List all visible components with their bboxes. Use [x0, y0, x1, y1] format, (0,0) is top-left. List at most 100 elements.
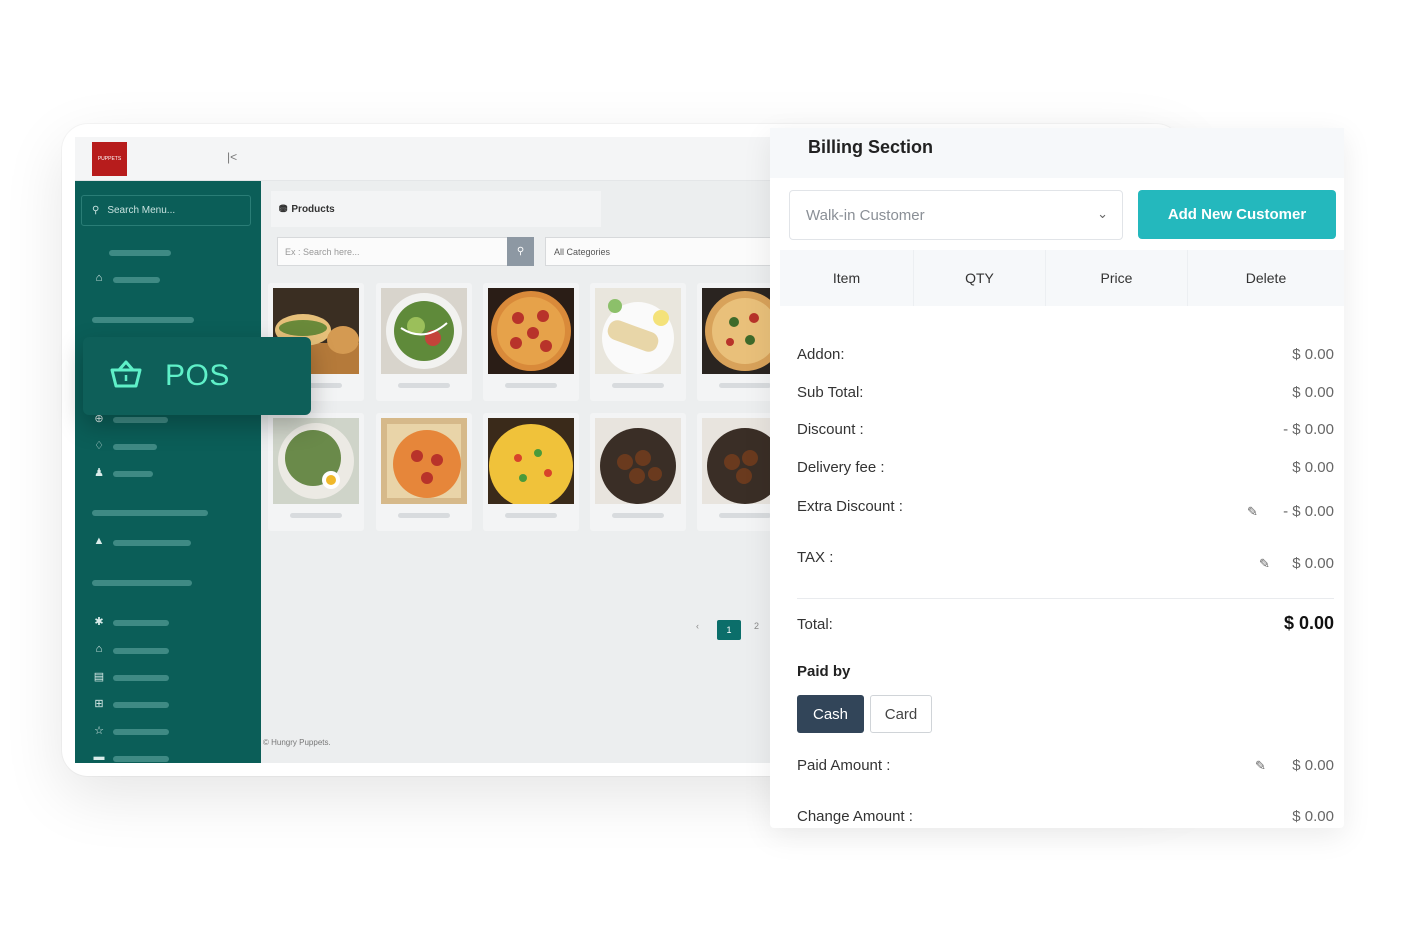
card-button[interactable]: Card: [870, 695, 932, 733]
product-name-placeholder: [290, 513, 342, 518]
billing-section: Billing Section Walk-in Customer ⌄ Add N…: [770, 128, 1344, 828]
sidebar-item[interactable]: [113, 756, 169, 762]
divider: [797, 598, 1334, 599]
paid-amount-label: Paid Amount :: [797, 757, 891, 774]
sidebar-item[interactable]: [113, 648, 169, 654]
gear-icon[interactable]: ✱: [92, 615, 106, 628]
sidebar-item[interactable]: [113, 540, 191, 546]
basket-icon[interactable]: ⌂: [92, 272, 106, 284]
product-name-placeholder: [398, 513, 450, 518]
top-bar: [261, 137, 775, 181]
app-screen: PUPPETS |< ⚲ Search Menu... ⌂ ⊕ ♢ ♟ ▲ ✱: [75, 137, 775, 763]
product-name-placeholder: [612, 513, 664, 518]
search-icon: ⚲: [516, 246, 525, 257]
change-amount-value: $ 0.00: [1292, 808, 1334, 825]
product-name-placeholder: [612, 383, 664, 388]
chart-icon[interactable]: ▲: [92, 535, 106, 547]
add-new-customer-button[interactable]: Add New Customer: [1138, 190, 1336, 239]
footer-copyright: © Hungry Puppets.: [263, 738, 331, 747]
product-image-salad: [381, 288, 467, 374]
sidebar-item[interactable]: [113, 729, 169, 735]
billing-title: Billing Section: [808, 137, 934, 157]
chevron-down-icon: ⌄: [1097, 206, 1108, 221]
product-card[interactable]: [590, 413, 686, 531]
column-header-price: Price: [1046, 250, 1188, 306]
products-title: Products: [291, 203, 335, 215]
addon-label: Addon:: [797, 346, 845, 363]
store-icon[interactable]: ▤: [92, 670, 106, 683]
sidebar-item[interactable]: [113, 702, 169, 708]
product-card[interactable]: [483, 413, 579, 531]
product-search-placeholder: Ex : Search here...: [285, 246, 360, 257]
category-select[interactable]: All Categories: [545, 237, 775, 266]
product-image-paella: [488, 418, 574, 504]
category-selected: All Categories: [554, 246, 611, 257]
sidebar-section-heading: [109, 250, 171, 256]
sidebar-item[interactable]: [113, 471, 153, 477]
page-icon[interactable]: ▬: [92, 751, 106, 763]
product-card[interactable]: [483, 283, 579, 401]
product-card[interactable]: [376, 413, 472, 531]
cart-table-header: Item QTY Price Delete: [780, 250, 1344, 306]
product-card[interactable]: [697, 413, 775, 531]
product-card[interactable]: [697, 283, 775, 401]
product-name-placeholder: [505, 383, 557, 388]
sidebar-header: PUPPETS |<: [75, 137, 261, 181]
sidebar-item[interactable]: [113, 444, 157, 450]
pagination-prev[interactable]: ‹: [696, 621, 699, 631]
logo[interactable]: PUPPETS: [92, 142, 127, 176]
extra-discount-value: - $ 0.00: [1283, 503, 1334, 520]
sidebar-item[interactable]: [113, 675, 169, 681]
extra-discount-label: Extra Discount :: [797, 498, 903, 515]
total-value: $ 0.00: [1283, 613, 1334, 633]
discount-label: Discount :: [797, 421, 864, 438]
pos-menu-item[interactable]: POS: [83, 337, 311, 415]
collapse-left-icon[interactable]: |<: [227, 150, 237, 164]
total-label: Total:: [797, 616, 833, 633]
product-image-wrap: [595, 288, 681, 374]
product-image-pizza-box: [381, 418, 467, 504]
pagination-page-2[interactable]: 2: [754, 621, 759, 631]
pagination-page-1[interactable]: 1: [717, 620, 741, 640]
customer-select[interactable]: Walk-in Customer ⌄: [789, 190, 1123, 240]
product-card[interactable]: [590, 283, 686, 401]
search-button[interactable]: ⚲: [507, 237, 534, 266]
product-name-placeholder: [719, 383, 771, 388]
products-header: ⛃ Products: [271, 191, 601, 227]
sidebar-search-input[interactable]: ⚲ Search Menu...: [81, 195, 251, 226]
product-card[interactable]: [268, 413, 364, 531]
stage: PUPPETS |< ⚲ Search Menu... ⌂ ⊕ ♢ ♟ ▲ ✱: [0, 0, 1408, 952]
edit-paid-amount-icon[interactable]: ✎: [1255, 758, 1266, 774]
tax-value: $ 0.00: [1292, 555, 1334, 572]
sidebar: PUPPETS |< ⚲ Search Menu... ⌂ ⊕ ♢ ♟ ▲ ✱: [75, 137, 261, 763]
sidebar-section-heading: [92, 510, 208, 516]
tag-icon[interactable]: ♢: [92, 439, 106, 452]
sidebar-item[interactable]: [113, 277, 160, 283]
subtotal-value: $ 0.00: [1292, 384, 1334, 401]
subtotal-label: Sub Total:: [797, 384, 864, 401]
column-header-item: Item: [780, 250, 914, 306]
addon-value: $ 0.00: [1292, 346, 1334, 363]
sidebar-section-heading: [92, 317, 194, 323]
edit-tax-icon[interactable]: ✎: [1259, 556, 1270, 572]
star-icon[interactable]: ☆: [92, 724, 106, 737]
cash-button[interactable]: Cash: [797, 695, 864, 733]
users-icon[interactable]: ♟: [92, 466, 106, 479]
sidebar-item[interactable]: [113, 620, 169, 626]
product-search-input[interactable]: Ex : Search here...: [277, 237, 509, 266]
products-icon: ⛃: [279, 203, 288, 215]
table-icon[interactable]: ⊞: [92, 697, 106, 710]
product-name-placeholder: [719, 513, 771, 518]
product-image-spinach-pizza: [702, 288, 775, 374]
column-header-delete: Delete: [1245, 270, 1287, 286]
sidebar-item[interactable]: [113, 417, 168, 423]
edit-extra-discount-icon[interactable]: ✎: [1247, 504, 1258, 520]
paid-by-label: Paid by: [797, 663, 851, 680]
home-icon[interactable]: ⌂: [92, 643, 106, 655]
tax-label: TAX :: [797, 549, 834, 566]
delivery-fee-value: $ 0.00: [1292, 459, 1334, 476]
search-icon: ⚲: [92, 205, 100, 216]
product-image-egg-salad: [273, 418, 359, 504]
product-card[interactable]: [376, 283, 472, 401]
discount-value: - $ 0.00: [1283, 421, 1334, 438]
